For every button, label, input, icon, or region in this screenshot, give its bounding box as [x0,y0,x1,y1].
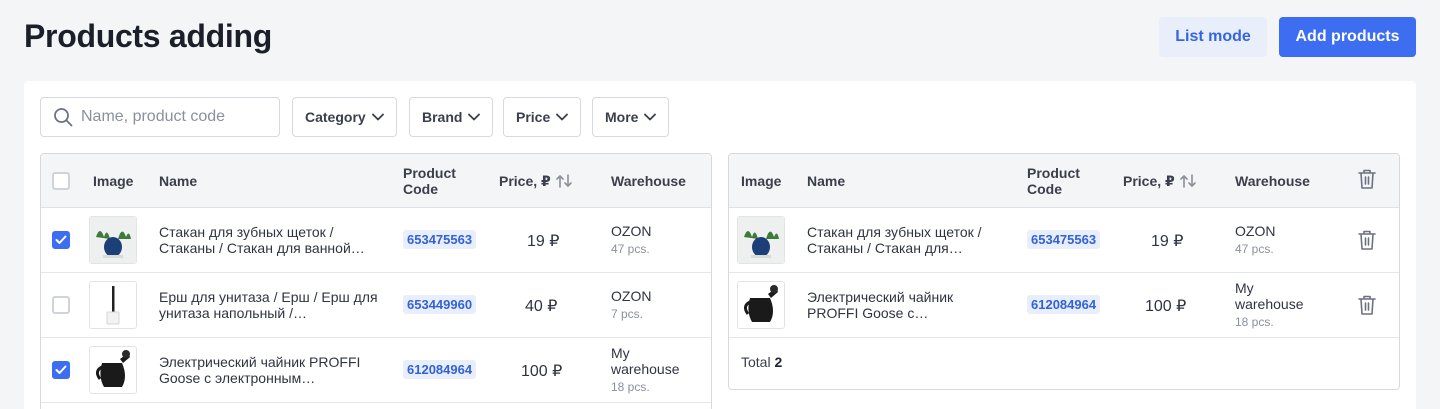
warehouse-qty: 47 pcs. [1235,242,1274,256]
kettle-image [738,282,784,328]
cup-image [738,217,784,263]
column-warehouse: Warehouse [1235,173,1310,189]
kettle-image [90,347,136,393]
column-price-label: Price, ₽ [1123,173,1175,189]
trash-icon[interactable] [1357,294,1377,316]
column-warehouse: Warehouse [611,173,686,189]
selected-products-table: Image Name Product Code Price, ₽ Warehou… [728,153,1400,390]
table-header: Image Name Product Code Price, ₽ Warehou… [729,154,1399,208]
column-product-code: Product Code [403,165,456,197]
check-icon [55,365,67,374]
brand-filter[interactable]: Brand [409,97,494,137]
product-code: 653449960 [403,295,477,314]
warehouse-name: My warehouse [1235,280,1304,312]
column-name: Name [159,173,198,189]
product-code: 653475563 [1027,230,1101,249]
sort-icon[interactable] [555,174,573,188]
column-image: Image [741,173,782,189]
total-label: Total [741,354,771,370]
warehouse-qty: 47 pcs. [611,242,650,256]
table-header: Image Name Product Code Price, ₽ Warehou… [41,154,711,208]
product-image [737,216,785,264]
search-input[interactable] [81,108,261,126]
table-row[interactable]: Ерш для унитаза / Ерш / Ерш для унитаза … [41,273,711,338]
check-icon [55,235,67,244]
column-image: Image [93,173,134,189]
product-code: 653475563 [403,230,477,249]
add-products-button[interactable]: Add products [1279,17,1416,57]
row-checkbox[interactable] [52,361,70,379]
column-product-code: Product Code [1027,165,1080,197]
table-row[interactable]: Электрический чайник PROFFI Goose с элек… [41,338,711,403]
row-checkbox[interactable] [52,296,70,314]
product-code: 612084964 [1027,295,1101,314]
column-price[interactable]: Price, ₽ [1123,173,1197,189]
total-value: 2 [774,354,783,370]
search-box[interactable] [40,97,280,137]
total-count: Total 2 [741,354,782,370]
products-card: Category Brand Price More Image Name Pro… [24,81,1416,409]
page-title: Products adding [24,18,272,54]
warehouse-cell: My warehouse 18 pcs. [1235,280,1325,330]
product-price: 100 ₽ [1145,298,1187,315]
trash-icon[interactable] [1357,229,1377,251]
product-price: 19 ₽ [527,233,560,250]
more-filter[interactable]: More [592,97,670,137]
row-checkbox[interactable] [52,231,70,249]
product-name: Стакан для зубных щеток / Стаканы / Стак… [807,224,982,256]
warehouse-cell: OZON 47 pcs. [1235,223,1325,257]
price-filter-label: Price [516,109,551,125]
column-price[interactable]: Price, ₽ [499,173,573,189]
warehouse-name: OZON [1235,223,1276,239]
category-filter-label: Category [305,109,366,125]
products-table: Image Name Product Code Price, ₽ Warehou… [40,153,712,409]
warehouse-name: OZON [611,223,652,239]
chevron-down-icon [644,113,657,121]
chevron-down-icon [556,113,569,121]
product-name: Ерш для унитаза / Ерш / Ерш для унитаза … [159,289,378,321]
product-image [89,281,137,329]
select-all-checkbox[interactable] [52,172,70,190]
cup-image [90,217,136,263]
chevron-down-icon [371,113,384,121]
more-filter-label: More [605,109,639,125]
product-name: Стакан для зубных щеток / Стаканы / Стак… [159,224,365,256]
table-row[interactable]: Электрический чайник PROFFI Goose с… 612… [729,273,1399,338]
warehouse-cell: OZON 7 pcs. [611,288,701,322]
product-image [737,281,785,329]
search-icon [54,108,73,127]
warehouse-qty: 18 pcs. [1235,315,1274,329]
column-price-label: Price, ₽ [499,173,551,189]
table-row[interactable]: Стакан для зубных щеток / Стаканы / Стак… [41,208,711,273]
brand-filter-label: Brand [422,109,463,125]
product-image [89,216,137,264]
product-code: 612084964 [403,360,477,379]
warehouse-qty: 18 pcs. [611,380,650,394]
product-price: 19 ₽ [1151,233,1184,250]
trash-icon[interactable] [1357,168,1377,190]
warehouse-qty: 7 pcs. [611,307,644,321]
sort-icon[interactable] [1179,174,1197,188]
category-filter[interactable]: Category [292,97,397,137]
warehouse-cell: OZON 47 pcs. [611,223,701,257]
price-filter[interactable]: Price [503,97,582,137]
list-mode-button[interactable]: List mode [1159,17,1267,57]
product-image [89,346,137,394]
warehouse-name: OZON [611,288,652,304]
product-price: 40 ₽ [525,298,558,315]
column-name: Name [807,173,846,189]
brush-image [90,282,136,328]
chevron-down-icon [468,113,481,121]
product-name: Электрический чайник PROFFI Goose с элек… [159,354,361,386]
warehouse-name: My warehouse [611,345,680,377]
product-name: Электрический чайник PROFFI Goose с… [807,289,954,321]
warehouse-cell: My warehouse 18 pcs. [611,345,701,395]
table-row[interactable]: Стакан для зубных щеток / Стаканы / Стак… [729,208,1399,273]
product-price: 100 ₽ [521,363,563,380]
